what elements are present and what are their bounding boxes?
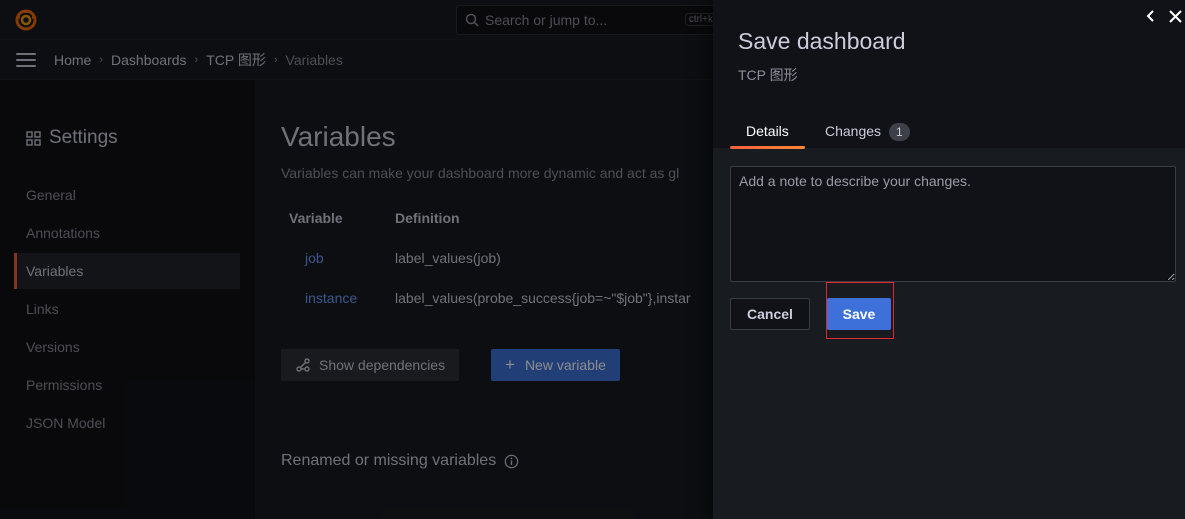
chevron-left-icon[interactable]: [1141, 6, 1161, 26]
close-icon[interactable]: [1165, 6, 1185, 26]
tab-changes-label: Changes: [825, 123, 882, 139]
grafana-app: Search or jump to... ctrl+k Home › Dashb…: [0, 0, 1185, 519]
tab-details[interactable]: Details: [730, 117, 805, 149]
drawer-header: Save dashboard TCP 图形 Details Changes 1: [713, 0, 1185, 149]
tab-details-label: Details: [746, 123, 789, 139]
drawer-subtitle: TCP 图形: [738, 67, 798, 83]
drawer-title: Save dashboard: [738, 28, 906, 54]
cancel-button[interactable]: Cancel: [730, 298, 810, 330]
changes-count-badge: 1: [889, 123, 910, 141]
change-note-textarea[interactable]: [730, 166, 1176, 282]
save-button[interactable]: Save: [827, 298, 891, 330]
tab-changes[interactable]: Changes 1: [809, 117, 926, 149]
save-dashboard-drawer: Save dashboard TCP 图形 Details Changes 1 …: [713, 0, 1185, 519]
